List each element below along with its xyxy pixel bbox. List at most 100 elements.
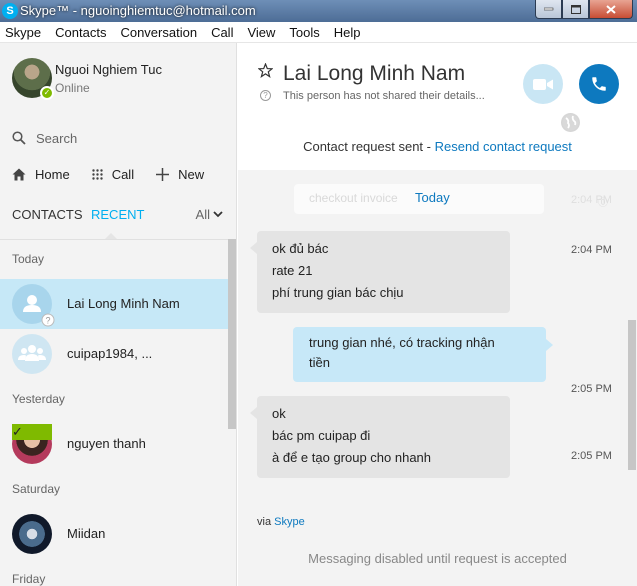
default-avatar: ? <box>12 284 55 327</box>
messaging-disabled-notice: Messaging disabled until request is acce… <box>308 551 567 566</box>
svg-text:?: ? <box>45 316 50 326</box>
video-call-button[interactable] <box>523 64 563 104</box>
menu-conversation[interactable]: Conversation <box>120 25 197 40</box>
new-button[interactable]: New <box>156 167 204 182</box>
contact-tabs: CONTACTS RECENT All <box>12 207 227 227</box>
section-today: Today <box>12 252 45 266</box>
filter-dropdown[interactable]: All <box>196 207 223 222</box>
message-time: 2:05 PM <box>571 383 612 395</box>
sidebar: ✓ Nguoi Nghiem Tuc Online Search Home Ca… <box>0 43 237 586</box>
contact-request-bar: Contact request sent - Resend contact re… <box>238 139 637 154</box>
tab-contacts[interactable]: CONTACTS <box>12 207 83 222</box>
dialpad-icon <box>91 169 103 180</box>
message-line: bác pm cuipap đi <box>272 428 371 443</box>
message-line: à để e tạo group cho nhanh <box>272 450 432 465</box>
section-saturday: Saturday <box>12 482 61 496</box>
contact-avatar: ✓ <box>12 424 52 464</box>
window-controls <box>535 0 633 19</box>
day-separator: Today <box>415 190 450 205</box>
tab-recent[interactable]: RECENT <box>91 207 144 222</box>
via-skype-label: via Skype <box>257 516 305 528</box>
group-avatar <box>12 334 52 374</box>
globe-icon[interactable] <box>561 113 580 132</box>
contact-item[interactable]: cuipap1984, ... <box>0 329 228 379</box>
group-icon <box>18 345 46 361</box>
plus-icon <box>156 168 170 181</box>
info-icon: ? <box>260 90 271 101</box>
contact-name: cuipap1984, ... <box>67 346 153 361</box>
conversation-panel: Lai Long Minh Nam ? This person has not … <box>238 43 637 586</box>
window-title: Skype™ - nguoinghiemtuc@hotmail.com <box>20 3 256 18</box>
message-time: 2:04 PM <box>571 244 612 256</box>
maximize-button[interactable] <box>562 0 589 19</box>
phone-icon <box>592 77 606 91</box>
conversation-title[interactable]: Lai Long Minh Nam <box>283 62 465 86</box>
message-line: ok <box>272 406 286 421</box>
contact-name: Miidan <box>67 526 106 541</box>
menu-bar: Skype Contacts Conversation Call View To… <box>0 22 637 43</box>
menu-contacts[interactable]: Contacts <box>55 25 106 40</box>
menu-call[interactable]: Call <box>211 25 233 40</box>
profile[interactable]: ✓ <box>12 58 54 100</box>
close-icon <box>606 4 616 14</box>
profile-name[interactable]: Nguoi Nghiem Tuc <box>55 62 162 77</box>
contact-name: nguyen thanh <box>67 436 146 451</box>
menu-skype[interactable]: Skype <box>5 25 41 40</box>
video-camera-icon <box>533 78 553 90</box>
message-bubble-outgoing[interactable]: trung gian nhé, có tracking nhận tiền <box>293 327 553 382</box>
faded-info-icon: ⓪ <box>598 198 608 209</box>
message-time: 2:05 PM <box>571 450 612 462</box>
message-line: phí trung gian bác chịu <box>272 285 404 300</box>
faded-message-text: checkout invoice <box>309 191 398 205</box>
message-bubble-incoming[interactable]: ok đủ bác rate 21 phí trung gian bác chị… <box>250 231 510 313</box>
minimize-button[interactable] <box>535 0 562 19</box>
minimize-icon <box>543 7 553 11</box>
new-label: New <box>178 167 205 182</box>
request-status-text: Contact request sent - <box>303 139 435 154</box>
profile-status[interactable]: Online <box>55 81 90 95</box>
menu-view[interactable]: View <box>247 25 275 40</box>
home-button[interactable]: Home <box>12 167 70 182</box>
contact-name: Lai Long Minh Nam <box>67 296 180 311</box>
section-yesterday: Yesterday <box>12 392 65 406</box>
contact-item[interactable]: Miidan <box>0 509 228 559</box>
call-label: Call <box>111 167 135 182</box>
search-icon <box>12 131 26 145</box>
section-friday: Friday <box>12 572 46 586</box>
conversation-subtitle: This person has not shared their details… <box>283 90 485 102</box>
online-status-icon: ✓ <box>12 424 52 440</box>
contact-item[interactable]: ✓ nguyen thanh <box>0 419 228 469</box>
resend-request-link[interactable]: Resend contact request <box>435 139 572 154</box>
message-history[interactable]: checkout invoice 2:04 PM ⓪ Today ok đủ b… <box>238 170 637 586</box>
filter-label: All <box>195 207 210 222</box>
title-bar: S Skype™ - nguoinghiemtuc@hotmail.com <box>0 0 637 22</box>
message-line: rate 21 <box>272 263 313 278</box>
maximize-icon <box>570 4 581 14</box>
unknown-status-icon: ? <box>41 313 55 327</box>
profile-avatar[interactable]: ✓ <box>12 58 54 100</box>
call-button[interactable]: Call <box>91 167 135 182</box>
sidebar-scrollbar[interactable] <box>228 239 236 429</box>
nav-row: Home Call New <box>12 167 227 182</box>
chevron-down-icon <box>213 211 223 218</box>
chat-scrollbar[interactable] <box>628 320 636 470</box>
home-label: Home <box>35 167 70 182</box>
globe-glyph <box>562 114 579 131</box>
menu-help[interactable]: Help <box>334 25 361 40</box>
close-button[interactable] <box>589 0 633 19</box>
menu-tools[interactable]: Tools <box>289 25 319 40</box>
skype-logo-icon: S <box>2 3 18 19</box>
message-line: ok đủ bác <box>272 241 329 256</box>
search-box[interactable]: Search <box>12 127 222 149</box>
via-skype-brand: Skype <box>274 516 305 528</box>
search-label: Search <box>36 130 78 146</box>
message-line: trung gian nhé, có tracking nhận <box>309 335 495 350</box>
divider <box>0 239 236 240</box>
via-prefix: via <box>257 516 275 528</box>
contact-item[interactable]: ? Lai Long Minh Nam <box>0 279 228 329</box>
message-bubble-incoming[interactable]: ok bác pm cuipap đi à để e tạo group cho… <box>250 396 510 478</box>
home-icon <box>12 168 26 181</box>
favorite-star-icon[interactable] <box>258 63 273 78</box>
audio-call-button[interactable] <box>579 64 619 104</box>
message-line: tiền <box>309 355 330 370</box>
